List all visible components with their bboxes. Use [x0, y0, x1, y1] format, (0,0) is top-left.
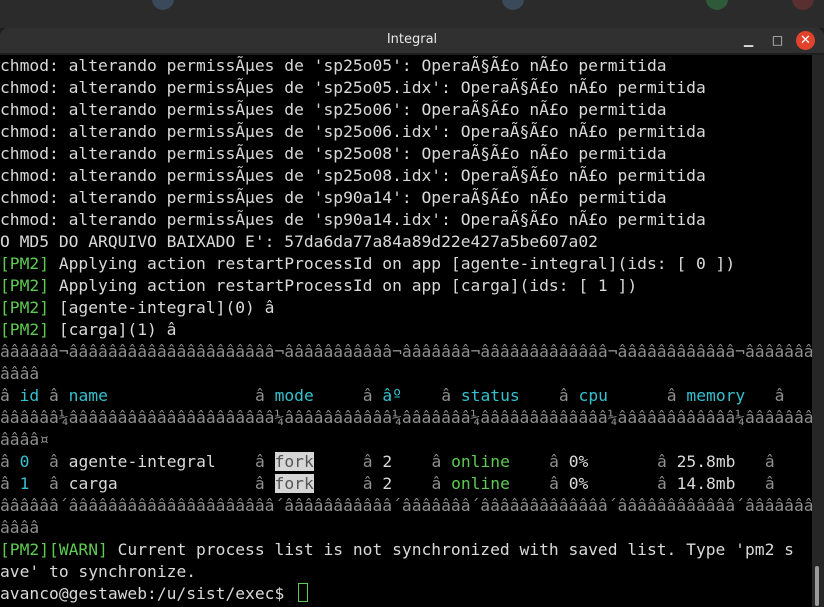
table-sep: â: [431, 474, 442, 493]
table-sep: â: [49, 386, 59, 405]
table-sep: â: [666, 386, 677, 405]
col-cpu: cpu: [578, 386, 608, 405]
table-bottom-border: ââââââ´âââââââââââââââââââââ´âââââââââââ…: [0, 496, 812, 515]
table-sep: â: [656, 474, 667, 493]
pm2-text: [carga](1) â: [49, 320, 177, 339]
table-mid-border-wrap: ââââ¤: [0, 430, 50, 449]
table-mid-border: ââââââ¼âââââââââââââââââââââ¼âââââââââââ…: [0, 408, 812, 427]
chmod-line: chmod: alterando permissÃµes de 'sp25o08…: [0, 166, 706, 185]
col-mode: mode: [274, 386, 314, 405]
table-sep: â: [0, 452, 10, 471]
pm2-tag: [PM2]: [0, 320, 50, 339]
table-sep: â: [49, 452, 59, 471]
table-sep: â: [764, 474, 775, 493]
row-mode: fork: [274, 452, 314, 471]
shell-prompt: avanco@gestaweb:/u/sist/exec$: [0, 584, 295, 603]
row-status: online: [451, 452, 510, 471]
close-button[interactable]: ✕: [796, 31, 815, 50]
table-sep: â: [254, 386, 265, 405]
md5-line: O MD5 DO ARQUIVO BAIXADO E': 57da6da77a8…: [0, 232, 598, 251]
table-sep: â: [362, 474, 373, 493]
pm2-line: [PM2] [carga](1) â: [0, 319, 812, 341]
table-sep: â: [254, 474, 265, 493]
col-id: id: [19, 386, 40, 405]
row-mode: fork: [274, 474, 314, 493]
table-row: â 1 â carga â fork â 2 â online â 0% â 1…: [0, 473, 812, 495]
warn-text: Current process list is not synchronized…: [107, 540, 794, 559]
prompt-line[interactable]: avanco@gestaweb:/u/sist/exec$: [0, 583, 812, 605]
row-memory: 25.8mb: [676, 452, 736, 471]
minimize-button[interactable]: ▁: [739, 31, 758, 50]
row-memory: 14.8mb: [676, 474, 736, 493]
chmod-line: chmod: alterando permissÃµes de 'sp25o08…: [0, 144, 667, 163]
table-sep: â: [49, 474, 59, 493]
table-sep: â: [362, 386, 373, 405]
taskbar-app-icon[interactable]: [152, 0, 174, 10]
scrollbar-track[interactable]: [812, 55, 824, 607]
row-cpu: 0%: [568, 452, 589, 471]
pm2-tag: [PM2]: [0, 276, 50, 295]
table-bottom-border-wrap: ââââ: [0, 518, 40, 537]
chmod-line: chmod: alterando permissÃµes de 'sp25o06…: [0, 122, 706, 141]
pm2-text: Applying action restartProcessId on app …: [49, 276, 638, 295]
chmod-line: chmod: alterando permissÃµes de 'sp25o06…: [0, 100, 667, 119]
warn-line-wrap: ave' to synchronize.: [0, 562, 197, 581]
table-sep: â: [254, 452, 265, 471]
top-panel-strip: [0, 0, 824, 28]
col-status: status: [460, 386, 520, 405]
window-title: Integral: [386, 32, 438, 47]
pm2-line: [PM2] Applying action restartProcessId o…: [0, 253, 812, 275]
table-sep: â: [0, 474, 10, 493]
col-name: name: [68, 386, 108, 405]
col-restarts: âº: [382, 386, 403, 405]
text-cursor[interactable]: [298, 583, 309, 602]
table-sep: â: [431, 452, 442, 471]
table-top-border: ââââââ¬âââââââââââââââââââââ¬âââââââââââ…: [0, 342, 812, 361]
maximize-button[interactable]: □: [768, 31, 787, 50]
row-name: carga: [68, 474, 118, 493]
table-header-row: â id â name â mode â âº â status â cpu â…: [0, 385, 812, 407]
pm2-text: [agente-integral](0) â: [49, 298, 275, 317]
table-sep: â: [656, 452, 667, 471]
table-top-border-wrap: ââââ: [0, 364, 40, 383]
table-sep: â: [764, 452, 775, 471]
chmod-line: chmod: alterando permissÃµes de 'sp25o05…: [0, 78, 706, 97]
pm2-text: Applying action restartProcessId on app …: [49, 254, 736, 273]
table-sep: â: [774, 386, 785, 405]
row-cpu: 0%: [568, 474, 589, 493]
table-sep: â: [362, 452, 373, 471]
warn-tag: [PM2][WARN]: [0, 540, 108, 559]
table-sep: â: [558, 386, 569, 405]
table-sep: â: [549, 474, 559, 493]
chmod-line: chmod: alterando permissÃµes de 'sp25o05…: [0, 56, 667, 75]
row-id: 1: [19, 474, 30, 493]
row-id: 0: [19, 452, 30, 471]
chmod-line: chmod: alterando permissÃµes de 'sp90a14…: [0, 188, 667, 207]
pm2-line: [PM2] Applying action restartProcessId o…: [0, 275, 812, 297]
table-row: â 0 â agente-integral â fork â 2 â onlin…: [0, 451, 812, 473]
pm2-line: [PM2] [agente-integral](0) â: [0, 297, 812, 319]
scrollbar-thumb[interactable]: [815, 566, 819, 606]
table-sep: â: [441, 386, 452, 405]
col-memory: memory: [686, 386, 746, 405]
pm2-tag: [PM2]: [0, 254, 50, 273]
row-restarts: 2: [382, 474, 393, 493]
taskbar-app-icon[interactable]: [502, 0, 524, 10]
table-sep: â: [0, 386, 10, 405]
window-titlebar[interactable]: Integral ▁ □ ✕: [0, 28, 824, 53]
taskbar-app-icon[interactable]: [706, 0, 728, 10]
taskbar-app-icon[interactable]: [792, 0, 814, 10]
chmod-line: chmod: alterando permissÃµes de 'sp90a14…: [0, 210, 706, 229]
row-name: agente-integral: [68, 452, 216, 471]
table-sep: â: [549, 452, 559, 471]
row-restarts: 2: [382, 452, 393, 471]
warn-line: [PM2][WARN] Current process list is not …: [0, 539, 812, 561]
row-status: online: [451, 474, 510, 493]
terminal-output[interactable]: chmod: alterando permissÃµes de 'sp25o05…: [0, 55, 812, 607]
pm2-tag: [PM2]: [0, 298, 50, 317]
